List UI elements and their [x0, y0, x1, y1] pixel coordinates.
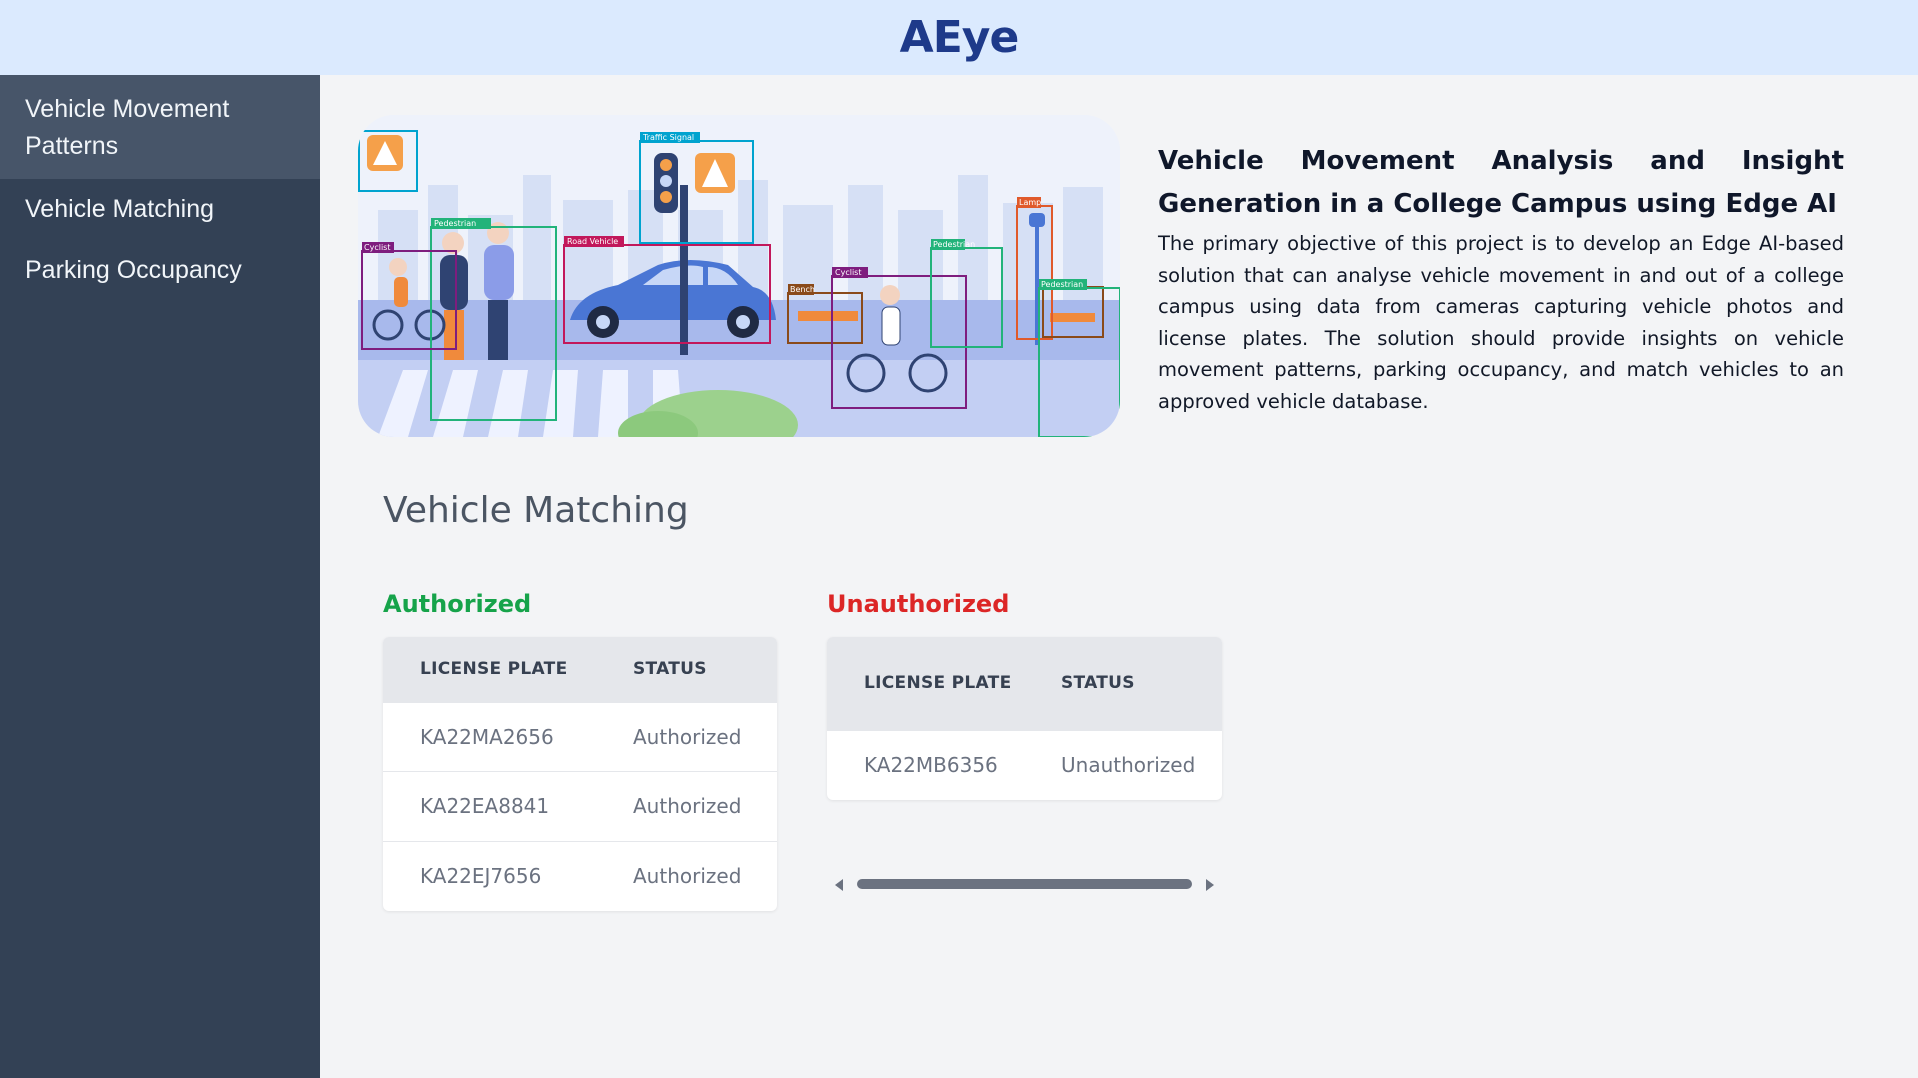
license-plate-cell: KA22EJ7656 — [383, 840, 596, 911]
column-header-status: STATUS — [633, 659, 707, 680]
unauthorized-table: LICENSE PLATE STATUS KA22MB6356 Unauthor… — [827, 637, 1222, 800]
table-row: KA22EJ7656 Authorized — [383, 840, 777, 911]
license-plate-cell: KA22MB6356 — [827, 729, 1024, 800]
hero-illustration: Traffic Signal Pedestrian Road Vehicle C… — [358, 115, 1120, 437]
section-title: Vehicle Matching — [383, 490, 689, 531]
main-content: Traffic Signal Pedestrian Road Vehicle C… — [320, 75, 1918, 1078]
svg-text:Road Vehicle: Road Vehicle — [567, 237, 618, 246]
sidebar: Vehicle Movement Patterns Vehicle Matchi… — [0, 75, 320, 1078]
svg-text:Bench: Bench — [790, 285, 815, 294]
table-row: KA22MA2656 Authorized — [383, 701, 777, 772]
unauthorized-heading: Unauthorized — [827, 590, 1010, 618]
sidebar-item-parking-occupancy[interactable]: Parking Occupancy — [0, 240, 320, 301]
status-cell: Authorized — [596, 840, 777, 911]
intro-description: The primary objective of this project is… — [1158, 232, 1844, 413]
column-header-license-plate: LICENSE PLATE — [864, 673, 1012, 694]
intro-title: Vehicle Movement Analysis and Insight Ge… — [1158, 146, 1844, 219]
svg-text:Pedestrian: Pedestrian — [933, 240, 975, 249]
scroll-left-arrow-icon[interactable] — [835, 879, 843, 891]
sidebar-item-vehicle-matching[interactable]: Vehicle Matching — [0, 179, 320, 240]
app-title: AEye — [899, 12, 1020, 63]
horizontal-scrollbar[interactable] — [827, 874, 1222, 894]
project-intro: Vehicle Movement Analysis and Insight Ge… — [1158, 140, 1844, 417]
svg-text:Traffic Signal: Traffic Signal — [642, 133, 694, 142]
authorized-heading: Authorized — [383, 590, 532, 618]
license-plate-cell: KA22EA8841 — [383, 771, 596, 841]
top-header: AEye — [0, 0, 1918, 75]
scrollbar-thumb[interactable] — [857, 879, 1192, 889]
table-row: KA22EA8841 Authorized — [383, 771, 777, 841]
column-header-status: STATUS — [1061, 673, 1135, 694]
status-cell: Authorized — [596, 701, 777, 772]
svg-text:Cyclist: Cyclist — [364, 243, 390, 252]
table-row: KA22MB6356 Unauthorized — [827, 729, 1222, 800]
license-plate-cell: KA22MA2656 — [383, 701, 596, 772]
svg-text:Pedestrian: Pedestrian — [1041, 280, 1083, 289]
sidebar-item-vehicle-movement-patterns[interactable]: Vehicle Movement Patterns — [0, 75, 320, 179]
table-header-row: LICENSE PLATE STATUS — [827, 637, 1222, 730]
authorized-table: LICENSE PLATE STATUS KA22MA2656 Authoriz… — [383, 637, 777, 911]
svg-text:Cyclist: Cyclist — [835, 268, 861, 277]
status-cell: Unauthorized — [1024, 729, 1222, 800]
scroll-right-arrow-icon[interactable] — [1206, 879, 1214, 891]
street-scene-image: Traffic Signal Pedestrian Road Vehicle C… — [358, 115, 1120, 437]
table-header-row: LICENSE PLATE STATUS — [383, 637, 777, 702]
svg-text:Pedestrian: Pedestrian — [434, 219, 476, 228]
status-cell: Authorized — [596, 771, 777, 841]
column-header-license-plate: LICENSE PLATE — [420, 659, 568, 680]
svg-text:Lamp: Lamp — [1019, 198, 1041, 207]
